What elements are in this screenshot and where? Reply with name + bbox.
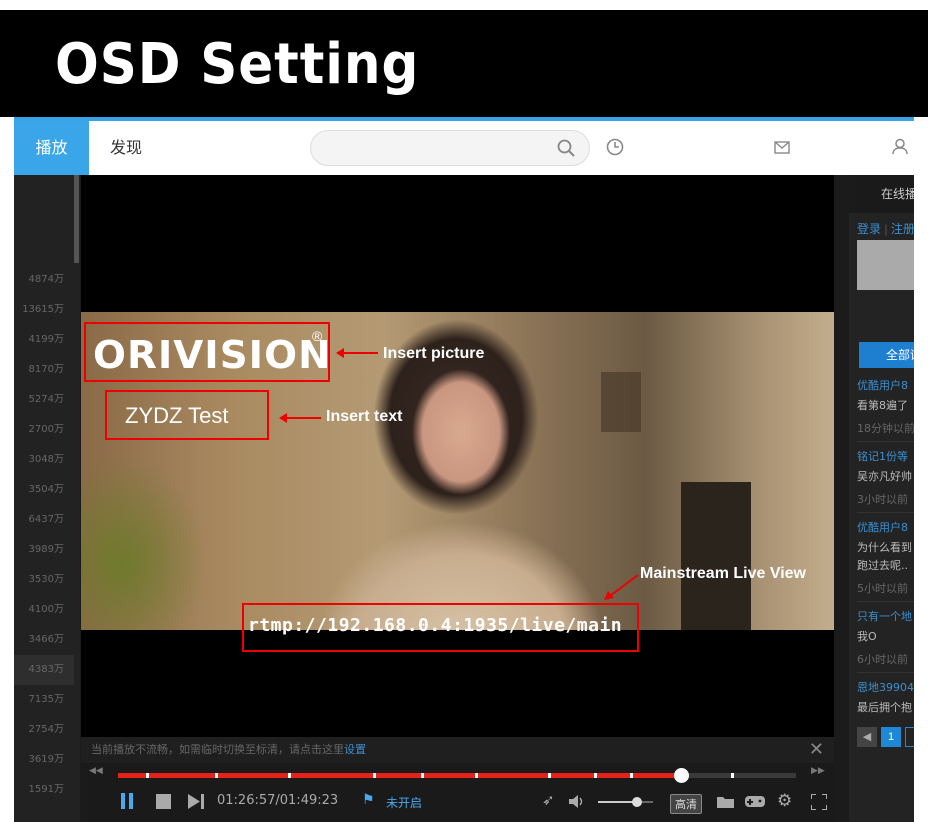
channel-count[interactable]: 3048万	[14, 445, 74, 475]
all-comments-button[interactable]: 全部评论	[859, 342, 914, 368]
channel-count[interactable]: 8170万	[14, 355, 74, 385]
player-controls: ◀◀ ▶▶ 01:26:57/01:49:23 ⚑ 未开启 ➶ 高清 ⚙	[81, 763, 834, 822]
arrow-mainstream-icon	[604, 574, 639, 600]
auth-links: 登录 | 注册	[857, 222, 914, 236]
search-input[interactable]	[310, 130, 590, 166]
comment-user[interactable]: 铭记1份等	[857, 448, 914, 464]
player-app: 播放 发现 4874万 13615万 4199万 8170万 5274万 2700万 304…	[14, 117, 914, 822]
channel-count[interactable]: 3619万	[14, 745, 74, 775]
registered-mark: ®	[312, 328, 323, 344]
annotation-insert-text: Insert text	[326, 408, 403, 425]
flag-icon[interactable]: ⚑	[362, 792, 375, 808]
playback-notice: 当前播放不流畅，如需临时切换至标清，请点击这里设置 ✕	[81, 737, 834, 763]
quality-button[interactable]: 高清	[670, 794, 702, 814]
register-link[interactable]: 注册	[891, 222, 914, 236]
channel-count[interactable]: 3466万	[14, 625, 74, 655]
mail-icon[interactable]	[774, 141, 790, 154]
annotation-mainstream: Mainstream Live View	[640, 565, 806, 582]
channel-count[interactable]: 4383万	[14, 655, 74, 685]
top-nav: 播放 发现	[14, 117, 914, 175]
channel-count[interactable]: 4199万	[14, 325, 74, 355]
close-icon[interactable]: ✕	[809, 737, 824, 763]
comment-user[interactable]: 恩地39904	[857, 679, 914, 695]
comment-body-line2: 跑过去呢..	[857, 559, 908, 572]
tab-play[interactable]: 播放	[14, 121, 89, 175]
comment-body: 最后拥个抱	[857, 701, 912, 714]
fullscreen-icon[interactable]	[811, 794, 827, 810]
channel-count[interactable]: 7135万	[14, 685, 74, 715]
next-icon[interactable]	[188, 794, 205, 809]
notice-message: 当前播放不流畅，如需临时切换至标清，请点击这里	[91, 743, 344, 756]
scrollbar[interactable]	[74, 175, 79, 263]
comment-body: 看第8遍了	[857, 399, 908, 412]
channel-count[interactable]: 4100万	[14, 595, 74, 625]
volume-icon[interactable]	[569, 795, 585, 808]
page-number[interactable]: 1	[881, 727, 901, 747]
comment-time: 18分钟以前	[857, 422, 914, 435]
channel-count[interactable]: 6437万	[14, 505, 74, 535]
channel-count[interactable]: 5274万	[14, 385, 74, 415]
osd-text: ZYDZ Test	[125, 403, 229, 428]
forward-icon[interactable]: ▶▶	[811, 766, 825, 776]
rocket-icon[interactable]: ➶	[542, 791, 555, 809]
channel-count[interactable]: 1591万	[14, 775, 74, 805]
progress-handle[interactable]	[673, 768, 689, 783]
folder-icon[interactable]	[717, 795, 734, 808]
comments-panel: 在线播放 登录 | 注册 全部评论 优酷用户8 看第8遍了 18分钟以前 铭记1…	[849, 175, 914, 822]
arrow-picture-icon	[336, 348, 378, 358]
rewind-icon[interactable]: ◀◀	[89, 766, 103, 776]
channel-count[interactable]: 2754万	[14, 715, 74, 745]
comment-body: 我O	[857, 630, 877, 643]
stop-icon[interactable]	[156, 794, 171, 809]
panel-title: 在线播放	[849, 175, 914, 213]
comment-time: 3小时以前	[857, 493, 908, 506]
progress-bar[interactable]	[118, 768, 796, 783]
comment-body: 为什么看到	[857, 541, 912, 554]
arrow-text-icon	[279, 413, 321, 423]
banner-title: OSD Setting	[55, 32, 420, 97]
user-icon[interactable]	[892, 138, 908, 155]
comment-time: 6小时以前	[857, 653, 908, 666]
video-viewport[interactable]: ORIVISION ® ZYDZ Test rtmp://192.168.0.4…	[81, 175, 834, 737]
comment-user[interactable]: 只有一个地	[857, 608, 914, 624]
comment-user[interactable]: 优酷用户8	[857, 377, 914, 393]
comment-time: 5小时以前	[857, 582, 908, 595]
banner: OSD Setting	[0, 10, 928, 117]
channel-count[interactable]: 4874万	[14, 265, 74, 295]
pause-icon[interactable]	[120, 793, 134, 809]
playback-time: 01:26:57/01:49:23	[217, 793, 339, 808]
search-icon[interactable]	[557, 139, 575, 157]
gamepad-icon[interactable]	[744, 794, 766, 809]
avatar[interactable]	[857, 240, 914, 290]
notice-settings-link[interactable]: 设置	[344, 743, 366, 756]
comment-body: 吴亦凡好帅	[857, 470, 912, 483]
channel-count[interactable]: 3504万	[14, 475, 74, 505]
history-clock-icon[interactable]	[606, 138, 624, 156]
channel-count[interactable]: 13615万	[14, 295, 74, 325]
volume-slider[interactable]	[598, 797, 653, 807]
comment-user[interactable]: 优酷用户8	[857, 519, 914, 535]
stream-url: rtmp://192.168.0.4:1935/live/main	[248, 615, 623, 636]
status-label[interactable]: 未开启	[386, 794, 422, 811]
osd-logo: ORIVISION	[93, 333, 332, 377]
tab-discover[interactable]: 发现	[110, 121, 142, 175]
login-link[interactable]: 登录	[857, 222, 881, 236]
annotation-insert-picture: Insert picture	[383, 345, 485, 362]
channel-count[interactable]: 2700万	[14, 415, 74, 445]
prev-page-icon[interactable]: ◀	[857, 727, 877, 747]
next-page-icon[interactable]	[905, 727, 914, 747]
channel-count[interactable]: 3989万	[14, 535, 74, 565]
channel-list: 4874万 13615万 4199万 8170万 5274万 2700万 3048万 3504…	[14, 175, 80, 822]
channel-count[interactable]: 3530万	[14, 565, 74, 595]
gear-icon[interactable]: ⚙	[777, 791, 792, 811]
